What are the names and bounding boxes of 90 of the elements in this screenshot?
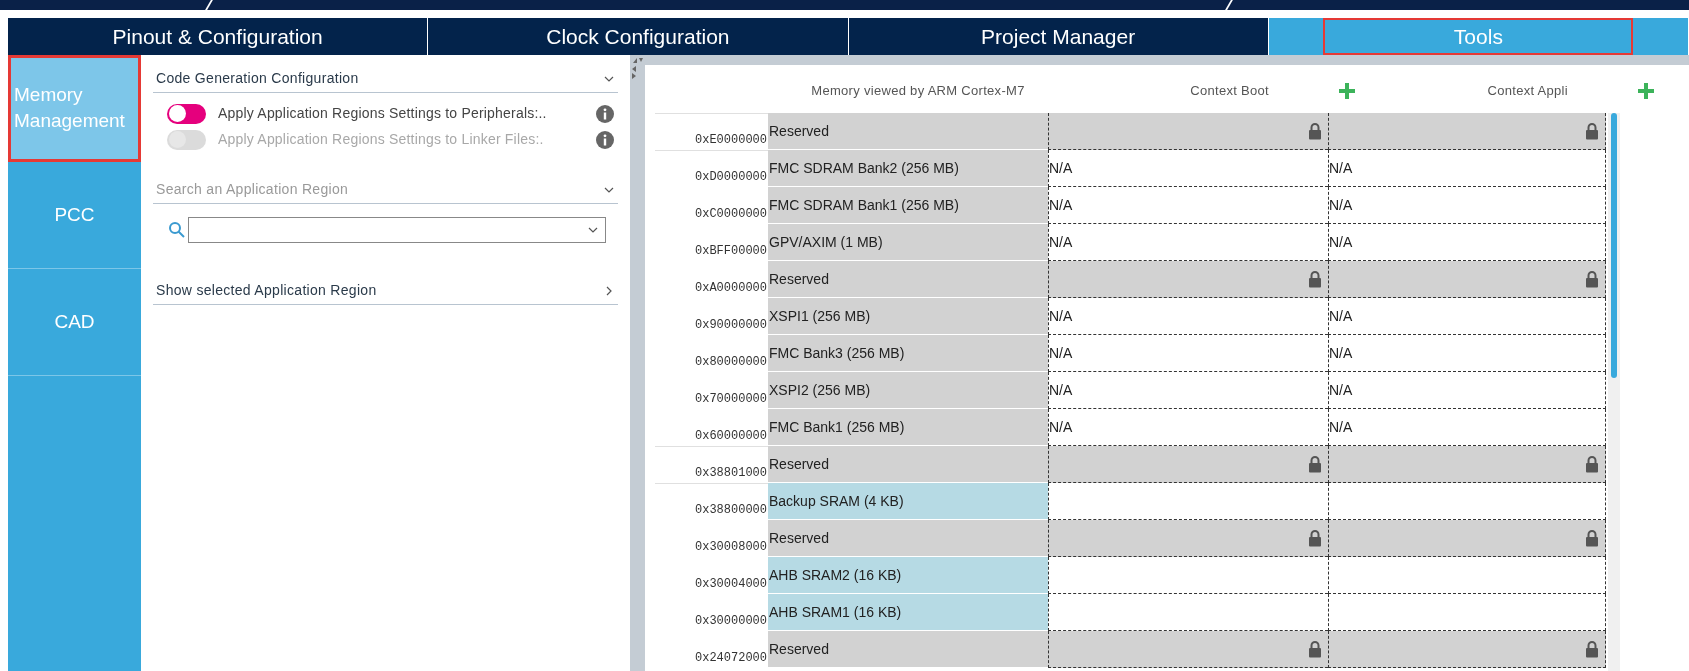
memory-region[interactable]: Reserved <box>768 113 1048 150</box>
search-icon <box>168 221 186 239</box>
address-label: 0xA0000000 <box>695 280 767 297</box>
address-label: 0x30008000 <box>695 539 767 556</box>
section-title: Show selected Application Region <box>156 281 377 300</box>
splitter-arrows-icon[interactable] <box>630 57 645 79</box>
lock-icon <box>1308 122 1322 140</box>
address-label: 0x38800000 <box>695 502 767 519</box>
context-cell[interactable]: N/A <box>1048 372 1328 409</box>
lock-icon <box>1585 529 1599 547</box>
address-label: 0x70000000 <box>695 391 767 408</box>
address-label: 0xBFF00000 <box>695 243 767 260</box>
address-label: 0xD0000000 <box>695 169 767 186</box>
lock-icon <box>1308 640 1322 658</box>
address-label: 0x38801000 <box>695 465 767 482</box>
address-label: 0x30004000 <box>695 576 767 593</box>
context-cell[interactable]: N/A <box>1048 224 1328 261</box>
toggle-label: Apply Application Regions Settings to Linker Files:. <box>218 130 545 149</box>
address-label: 0x90000000 <box>695 317 767 334</box>
memory-region[interactable]: Backup SRAM (4 KB) <box>768 483 1048 520</box>
memory-region[interactable]: Reserved <box>768 520 1048 557</box>
tab[interactable]: Pinout & Configuration <box>8 18 429 55</box>
context-cell[interactable] <box>1048 520 1328 557</box>
memory-region[interactable]: Reserved <box>768 261 1048 298</box>
context-cell[interactable] <box>1328 483 1606 520</box>
context-cell[interactable] <box>1048 631 1328 668</box>
scrollbar-thumb[interactable] <box>1611 113 1617 378</box>
context-cell[interactable]: N/A <box>1048 409 1328 446</box>
context-cell[interactable] <box>1328 520 1606 557</box>
section-title: Search an Application Region <box>156 180 349 199</box>
lock-icon <box>1585 270 1599 288</box>
context-cell[interactable] <box>1328 261 1606 298</box>
tab[interactable]: Project Manager <box>848 18 1269 55</box>
context-cell[interactable]: N/A <box>1048 150 1328 187</box>
context-cell[interactable] <box>1048 446 1328 483</box>
memory-region[interactable]: AHB SRAM2 (16 KB) <box>768 557 1048 594</box>
tab[interactable]: Clock Configuration <box>428 18 849 55</box>
address-label: 0xE0000000 <box>695 132 767 149</box>
context-cell[interactable] <box>1048 483 1328 520</box>
column-header: Context Appli <box>1487 81 1568 100</box>
info-icon[interactable] <box>596 104 614 123</box>
column-header: Memory viewed by ARM Cortex-M7 <box>811 81 1025 100</box>
memory-region[interactable]: FMC Bank1 (256 MB) <box>768 409 1048 446</box>
context-cell[interactable] <box>1328 113 1606 150</box>
memory-region[interactable]: AHB SRAM1 (16 KB) <box>768 594 1048 631</box>
context-cell[interactable]: N/A <box>1328 298 1606 335</box>
context-cell[interactable] <box>1048 261 1328 298</box>
context-cell[interactable] <box>1328 631 1606 668</box>
add-icon[interactable] <box>1638 82 1654 99</box>
column-header: Context Boot <box>1190 81 1269 100</box>
context-cell[interactable]: N/A <box>1048 335 1328 372</box>
memory-region[interactable]: XSPI2 (256 MB) <box>768 372 1048 409</box>
address-label: 0x80000000 <box>695 354 767 371</box>
lock-icon <box>1585 122 1599 140</box>
lock-icon <box>1585 455 1599 473</box>
context-cell[interactable] <box>1328 557 1606 594</box>
memory-region[interactable]: XSPI1 (256 MB) <box>768 298 1048 335</box>
address-label: 0x30000000 <box>695 613 767 630</box>
section-title: Code Generation Configuration <box>156 69 359 88</box>
context-cell[interactable] <box>1048 113 1328 150</box>
context-cell[interactable]: N/A <box>1328 335 1606 372</box>
memory-region[interactable]: FMC SDRAM Bank2 (256 MB) <box>768 150 1048 187</box>
context-cell[interactable]: N/A <box>1328 150 1606 187</box>
memory-region[interactable]: FMC Bank3 (256 MB) <box>768 335 1048 372</box>
context-cell[interactable]: N/A <box>1328 409 1606 446</box>
address-label: 0x24072000 <box>695 650 767 667</box>
memory-region[interactable]: GPV/AXIM (1 MB) <box>768 224 1048 261</box>
address-label: 0xC0000000 <box>695 206 767 223</box>
info-icon[interactable] <box>596 130 614 149</box>
context-cell[interactable] <box>1048 557 1328 594</box>
context-cell[interactable]: N/A <box>1048 298 1328 335</box>
context-cell[interactable]: N/A <box>1328 187 1606 224</box>
toggle-label: Apply Application Regions Settings to Peripherals:.. <box>218 104 548 123</box>
memory-region[interactable]: Reserved <box>768 446 1048 483</box>
memory-region[interactable]: Reserved <box>768 631 1048 668</box>
memory-region[interactable]: FMC SDRAM Bank1 (256 MB) <box>768 187 1048 224</box>
lock-icon <box>1308 529 1322 547</box>
add-icon[interactable] <box>1339 82 1355 99</box>
context-cell[interactable]: N/A <box>1048 187 1328 224</box>
lock-icon <box>1585 640 1599 658</box>
lock-icon <box>1308 455 1322 473</box>
context-cell[interactable]: N/A <box>1328 224 1606 261</box>
context-cell[interactable]: N/A <box>1328 372 1606 409</box>
search-dropdown[interactable] <box>188 217 606 243</box>
context-cell[interactable] <box>1328 594 1606 631</box>
context-cell[interactable] <box>1328 446 1606 483</box>
lock-icon <box>1308 270 1322 288</box>
context-cell[interactable] <box>1048 594 1328 631</box>
address-label: 0x60000000 <box>695 428 767 445</box>
toggle-switch[interactable] <box>167 103 206 124</box>
